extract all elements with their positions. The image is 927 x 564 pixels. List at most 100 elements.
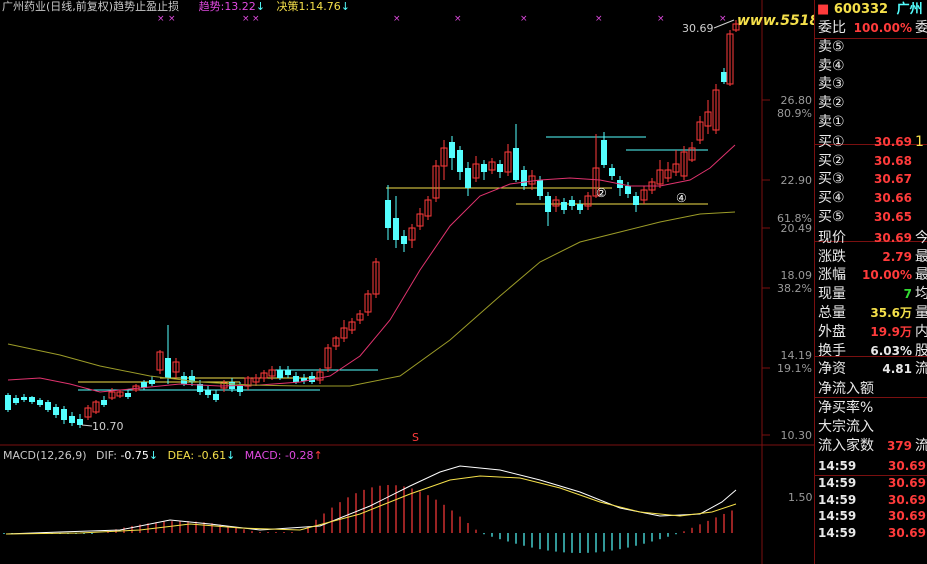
stat2-0-value: 6.03% bbox=[870, 343, 912, 358]
candle-body-down bbox=[385, 200, 391, 228]
sell-level-1-label: 卖① bbox=[818, 113, 845, 130]
high-price-label: 30.69 bbox=[682, 22, 714, 35]
candle-body-down bbox=[393, 218, 399, 240]
stat2-0-ext: 股 bbox=[915, 342, 927, 361]
signal-marker: × bbox=[393, 14, 401, 24]
tick-row: 14:59 30.69 bbox=[815, 458, 927, 475]
candle-body-down bbox=[465, 168, 471, 188]
candle-body-down bbox=[537, 180, 543, 196]
candle-body-down bbox=[13, 398, 19, 403]
stat2-1-ext: 流 bbox=[915, 360, 927, 379]
tick-price: 30.69 bbox=[888, 526, 926, 541]
candle-body-down bbox=[285, 370, 291, 375]
tick-price: 30.69 bbox=[888, 459, 926, 474]
tick-price: 30.69 bbox=[888, 476, 926, 491]
sell-level-5: 卖⑤ bbox=[815, 38, 927, 57]
stat-2-label: 涨幅 bbox=[818, 267, 846, 284]
stock-code-bar[interactable]: ■ 600332 广州 bbox=[815, 0, 927, 19]
buy-level-3-value: 30.67 bbox=[874, 172, 912, 187]
trend-arrow-icon: ↓ bbox=[255, 0, 266, 13]
candle-body-down bbox=[37, 400, 43, 405]
tick-row: 14:59 30.69 bbox=[815, 525, 927, 542]
stat-0-label: 现价 bbox=[818, 229, 846, 246]
moving-average-lines bbox=[7, 144, 736, 393]
stat-0: 现价 30.69今 bbox=[815, 229, 927, 248]
dif-line bbox=[5, 465, 737, 535]
candle-body-down bbox=[577, 204, 583, 210]
stock-name: 广州 bbox=[896, 2, 923, 17]
stats2-book: 换手 6.03%股净资 4.81流 bbox=[815, 342, 927, 380]
candle-body-down bbox=[633, 196, 639, 205]
candle-body-down bbox=[569, 200, 575, 206]
stat-0-ext: 今 bbox=[915, 229, 927, 248]
candle-body-down bbox=[125, 393, 131, 397]
kline-chart[interactable]: 26.8080.9%22.9061.8%20.4918.0938.2%14.19… bbox=[0, 0, 927, 564]
candlestick-series bbox=[5, 20, 740, 428]
decision-value: 14.76 bbox=[309, 0, 341, 13]
buy-level-5-label: 买⑤ bbox=[818, 208, 845, 225]
signal-marker: × bbox=[242, 14, 250, 24]
candle-body-down bbox=[601, 140, 607, 165]
price-axis-label: 19.1% bbox=[777, 362, 812, 375]
flow-2-label: 大宗流入 bbox=[818, 418, 874, 435]
stat-4: 总量 35.6万量 bbox=[815, 304, 927, 323]
signal-s-marker: S bbox=[412, 431, 419, 444]
chart-title: 广州药业(日线,前复权) bbox=[2, 0, 114, 13]
dif-value: -0.75 bbox=[120, 449, 149, 462]
tick-row: 14:59 30.69 bbox=[815, 475, 927, 492]
candle-body-down bbox=[53, 407, 59, 415]
marker-2: ② bbox=[596, 186, 607, 200]
candle-body-down bbox=[721, 72, 727, 82]
stat-4-label: 总量 bbox=[818, 304, 846, 321]
commission-ratio-row: 委比 100.00% 委 bbox=[815, 19, 927, 38]
macd-value-label: MACD: bbox=[244, 449, 282, 462]
flow-0: 净流入额 bbox=[815, 380, 927, 399]
tick-time: 14:59 bbox=[818, 459, 857, 474]
stat2-0: 换手 6.03%股 bbox=[815, 342, 927, 361]
signal-marker: × bbox=[168, 14, 176, 24]
stock-code-icon: ■ bbox=[817, 2, 830, 17]
candle-body-down bbox=[77, 419, 83, 425]
macd-arrow-icon: ↑ bbox=[313, 449, 323, 462]
sell-level-2: 卖② bbox=[815, 94, 927, 113]
signal-marker: × bbox=[657, 14, 665, 24]
flow-2: 大宗流入 bbox=[815, 418, 927, 437]
stat-1: 涨跌 2.79最 bbox=[815, 248, 927, 267]
buy-level-1-label: 买① bbox=[818, 133, 845, 150]
macd-value: -0.28 bbox=[284, 449, 314, 462]
stat-1-value: 2.79 bbox=[882, 249, 912, 264]
price-axis-label: 20.49 bbox=[781, 222, 813, 235]
tick-time: 14:59 bbox=[818, 476, 857, 491]
buy-level-2-label: 买② bbox=[818, 152, 845, 169]
commission-ratio-ext: 委 bbox=[915, 19, 927, 38]
price-axis-label: 18.09 bbox=[781, 269, 813, 282]
signal-marker: × bbox=[719, 14, 727, 24]
buy-level-5: 买⑤ 30.65 bbox=[815, 208, 927, 227]
signal-marker: × bbox=[520, 14, 528, 24]
sell-level-2-label: 卖② bbox=[818, 95, 845, 112]
buy-level-1: 买① 30.69 1 bbox=[815, 133, 927, 152]
sell-book: 卖⑤ 卖④ 卖③ 卖② 卖① bbox=[815, 38, 927, 132]
stat-5-label: 外盘 bbox=[818, 323, 846, 340]
macd-header: MACD(12,26,9) DIF: -0.75↓ DEA: -0.61↓ MA… bbox=[3, 449, 323, 463]
flow-0-label: 净流入额 bbox=[818, 381, 874, 398]
dea-value: -0.61 bbox=[197, 449, 227, 462]
indicator-name: 趋势止盈止损 bbox=[113, 0, 180, 13]
signal-marker: × bbox=[595, 14, 603, 24]
stock-code: 600332 bbox=[833, 2, 889, 17]
candle-body-down bbox=[521, 170, 527, 186]
candle-body-down bbox=[149, 380, 155, 384]
buy-level-3: 买③ 30.67 bbox=[815, 170, 927, 189]
tick-price: 30.69 bbox=[888, 509, 926, 524]
stat-4-ext: 量 bbox=[915, 304, 927, 323]
dea-label: DEA: bbox=[167, 449, 195, 462]
quote-panel: ■ 600332 广州 委比 100.00% 委 卖⑤ 卖④ 卖③ 卖②卖① 买① 30… bbox=[814, 0, 927, 564]
candle-body-down bbox=[21, 397, 27, 400]
chart-grid bbox=[0, 0, 814, 564]
stat-3-ext: 均 bbox=[915, 285, 927, 304]
candle-body-down bbox=[545, 196, 551, 212]
tick-time: 14:59 bbox=[818, 509, 857, 524]
flow-3-label: 流入家数 bbox=[818, 437, 874, 454]
candle-body-down bbox=[401, 236, 407, 244]
sell-level-5-label: 卖⑤ bbox=[818, 38, 845, 55]
